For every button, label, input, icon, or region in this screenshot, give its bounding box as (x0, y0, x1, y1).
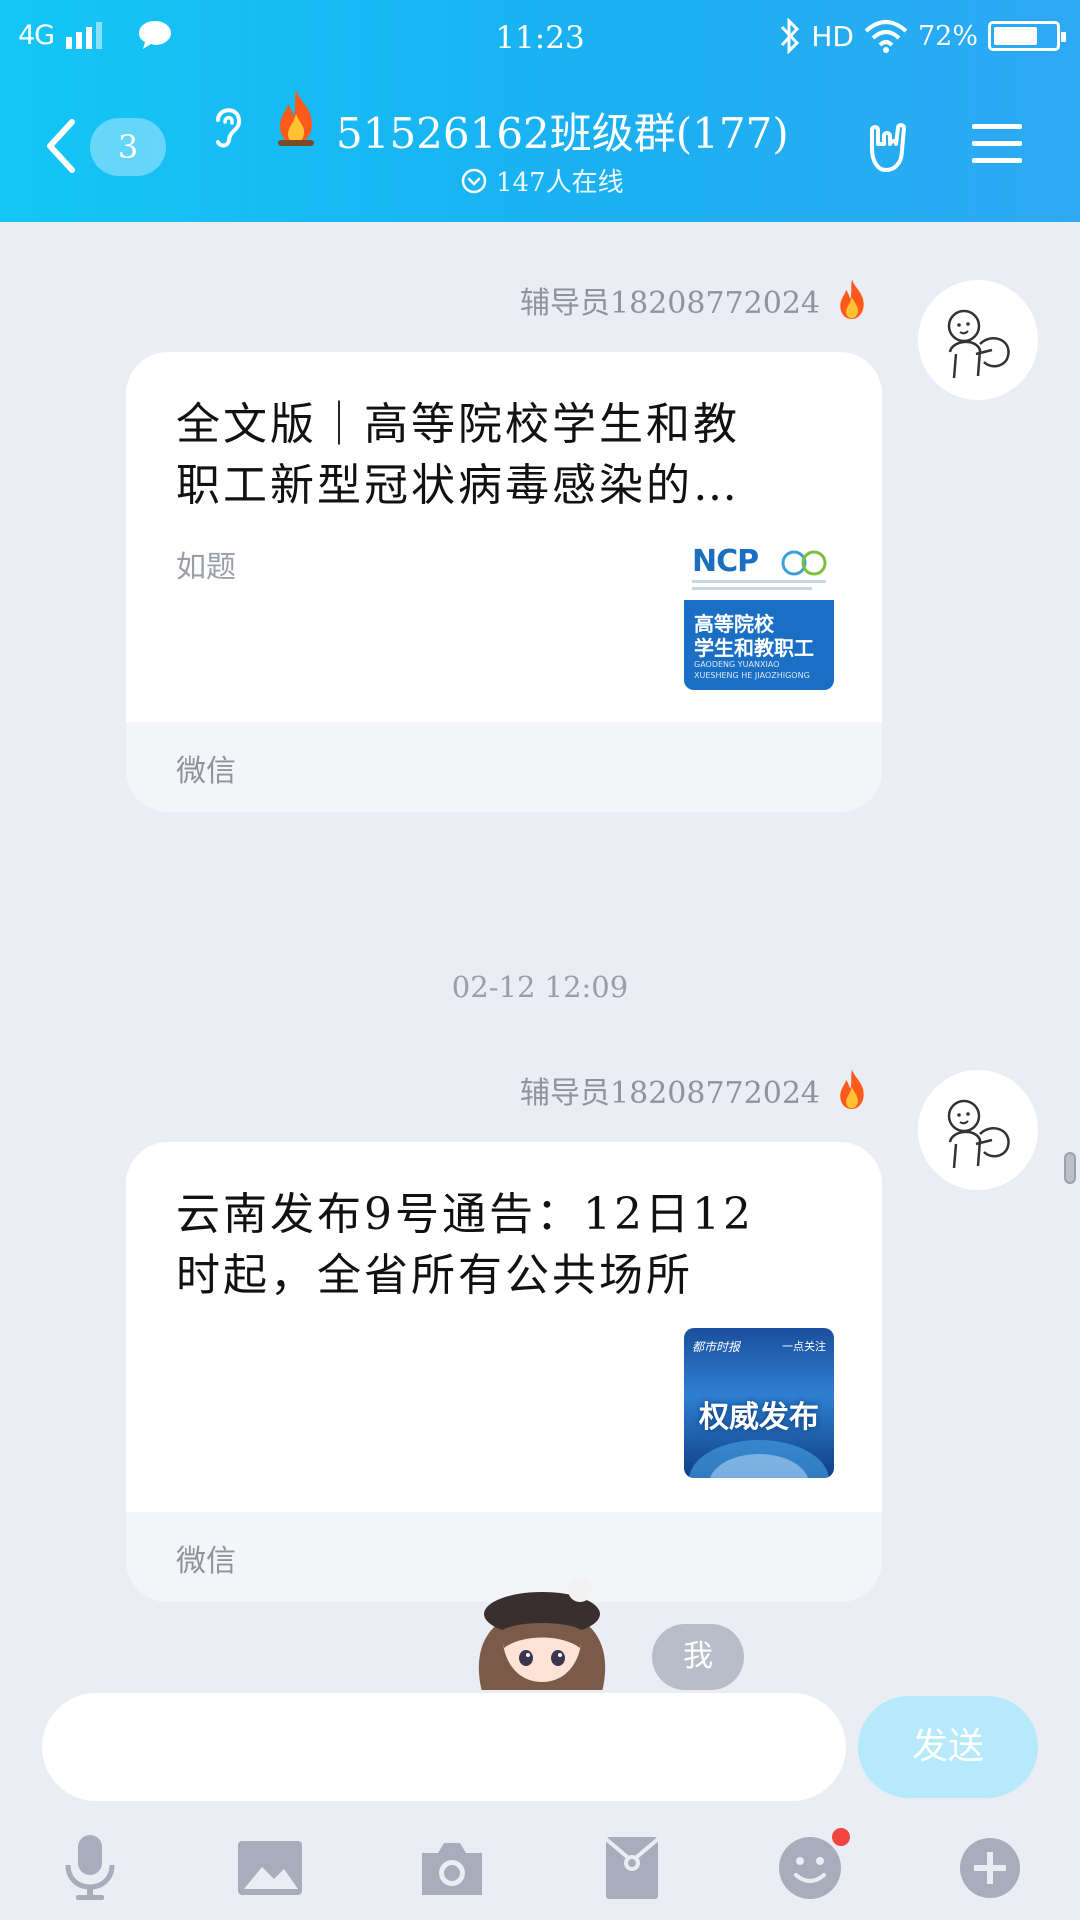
article-description: 如题 (176, 550, 236, 585)
logo-icon (781, 550, 827, 576)
hand-gesture-icon[interactable] (862, 118, 918, 174)
thumbnail-text-line (692, 587, 812, 590)
red-packet-button[interactable] (594, 1830, 670, 1906)
voice-button[interactable] (52, 1830, 128, 1906)
thumbnail-banner: 高等院校 学生和教职工 GAODENG YUANXIAO XUESHENG HE… (684, 600, 834, 690)
more-button[interactable] (952, 1830, 1028, 1906)
plus-icon (960, 1838, 1020, 1898)
image-icon (238, 1841, 302, 1895)
article-card[interactable]: 全文版｜高等院校学生和教职工新型冠状病毒感染的… 如题 NCP 高等院校 学生和… (126, 352, 882, 812)
notification-dot (832, 1828, 850, 1846)
character-sticker[interactable] (462, 1572, 622, 1692)
sender-row: 辅导员18208772024 (520, 1068, 870, 1112)
back-arrow-icon[interactable] (42, 116, 82, 176)
sender-row: 辅导员18208772024 (520, 278, 870, 322)
group-title[interactable]: 51526162班级群(177) (336, 100, 789, 161)
input-area: 发送 (0, 1690, 1080, 1920)
emoji-icon (779, 1837, 841, 1899)
article-source: 微信 (176, 754, 236, 789)
battery-icon (988, 21, 1066, 51)
hd-indicator: HD (811, 19, 854, 53)
unread-count-badge[interactable]: 3 (90, 118, 166, 176)
message-timestamp: 02-12 12:09 (451, 970, 629, 1004)
wifi-icon (864, 20, 908, 53)
card-footer: 微信 (126, 722, 882, 812)
article-title: 全文版｜高等院校学生和教职工新型冠状病毒感染的… (176, 399, 740, 511)
ear-icon[interactable] (208, 100, 248, 150)
status-right: HD 72% (779, 18, 1066, 54)
chevron-down-circle-icon (461, 168, 487, 193)
photo-button[interactable] (232, 1830, 308, 1906)
menu-icon[interactable] (970, 120, 1024, 168)
cartoon-avatar-image (947, 1099, 1010, 1169)
message-input[interactable] (42, 1693, 846, 1801)
thumbnail-heading-2: 学生和教职工 (694, 636, 814, 660)
emoji-button[interactable] (772, 1828, 850, 1906)
article-thumbnail: NCP 高等院校 学生和教职工 GAODENG YUANXIAO XUESHEN… (684, 540, 834, 690)
battery-fill (994, 27, 1038, 45)
status-bar: 4G 11:23 HD 72% (0, 0, 1080, 80)
article-thumbnail: 都市时报 一点关注 权威发布 (684, 1328, 834, 1478)
thumbnail-top: NCP (684, 540, 834, 600)
me-label-bubble[interactable]: 我 (652, 1624, 744, 1690)
globe-graphic (689, 1440, 829, 1478)
online-status[interactable]: 147人在线 (460, 162, 624, 199)
sender-name: 辅导员18208772024 (520, 1076, 820, 1111)
online-count: 147人在线 (496, 168, 624, 198)
fire-icon (278, 90, 314, 146)
article-source: 微信 (176, 1544, 236, 1579)
fire-icon (840, 279, 864, 320)
article-card[interactable]: 云南发布9号通告：12日12时起，全省所有公共场所实… 都市时报 一点关注 权威… (126, 1142, 882, 1602)
sender-name: 辅导员18208772024 (520, 286, 820, 321)
fire-icon (840, 1069, 864, 1110)
girl-character-image (478, 1578, 606, 1692)
bluetooth-icon (781, 18, 800, 54)
scrollbar-thumb[interactable] (1064, 1152, 1076, 1184)
camera-icon (422, 1843, 482, 1895)
cartoon-avatar-image (947, 309, 1010, 379)
battery-percent: 72% (917, 20, 978, 52)
microphone-icon (65, 1835, 115, 1900)
thumbnail-brand: NCP (692, 544, 759, 579)
thumbnail-sub-1: GAODENG YUANXIAO (694, 660, 780, 669)
article-title: 云南发布9号通告：12日12时起，全省所有公共场所实… (176, 1189, 754, 1301)
red-packet-icon (604, 1837, 660, 1899)
thumbnail-text-line (692, 580, 826, 583)
thumbnail-top-left: 都市时报 (692, 1340, 741, 1354)
thumbnail-sub-2: XUESHENG HE JIAOZHIGONG (694, 671, 810, 680)
camera-button[interactable] (414, 1830, 490, 1906)
send-button[interactable]: 发送 (858, 1696, 1038, 1798)
thumbnail-top-right: 一点关注 (782, 1340, 826, 1353)
input-toolbar (0, 1828, 1080, 1920)
chat-header: 4G 11:23 HD 72% 3 51526162班级群(177) 147人在… (0, 0, 1080, 222)
sender-avatar[interactable] (918, 280, 1038, 400)
sender-avatar[interactable] (918, 1070, 1038, 1190)
